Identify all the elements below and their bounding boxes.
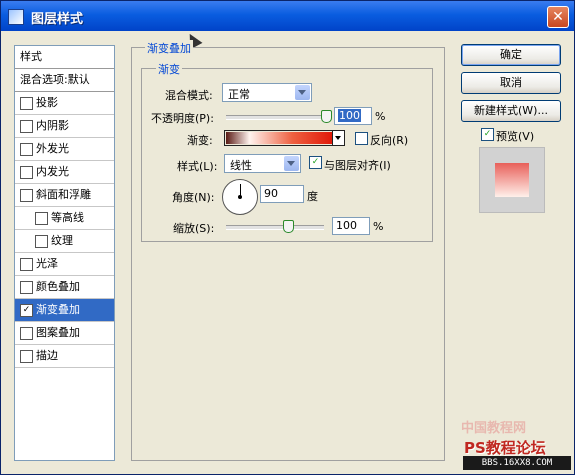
style-preview bbox=[479, 147, 545, 213]
style-list: 样式 混合选项:默认 投影 内阴影 外发光 内发光 斜面和浮雕 等高线 纹理 光… bbox=[14, 45, 115, 461]
style-item-satin[interactable]: 光泽 bbox=[15, 253, 114, 276]
watermark-url: BBS.16XX8.COM bbox=[463, 456, 571, 470]
scale-unit: % bbox=[373, 220, 384, 233]
blend-mode-value: 正常 bbox=[228, 88, 250, 101]
reverse-label[interactable]: 反向(R) bbox=[370, 132, 408, 148]
opacity-field[interactable]: 100 bbox=[334, 107, 372, 125]
style-item-bevel-emboss[interactable]: 斜面和浮雕 bbox=[15, 184, 114, 207]
ok-button[interactable]: 确定 bbox=[461, 44, 561, 66]
blend-options-item[interactable]: 混合选项:默认 bbox=[15, 69, 114, 92]
angle-value: 90 bbox=[264, 187, 278, 200]
checkbox-pattern-overlay[interactable] bbox=[20, 327, 33, 340]
style-item-drop-shadow[interactable]: 投影 bbox=[15, 92, 114, 115]
gradient-picker[interactable] bbox=[224, 130, 345, 146]
style-item-label: 内阴影 bbox=[36, 119, 69, 132]
style-item-stroke[interactable]: 描边 bbox=[15, 345, 114, 368]
style-item-label: 纹理 bbox=[51, 234, 73, 247]
style-item-inner-glow[interactable]: 内发光 bbox=[15, 161, 114, 184]
blend-mode-label: 混合模式: bbox=[165, 89, 213, 102]
checkbox-drop-shadow[interactable] bbox=[20, 97, 33, 110]
opacity-slider-thumb[interactable] bbox=[321, 110, 332, 123]
style-select[interactable]: 线性 bbox=[224, 154, 301, 173]
style-label: 样式(L): bbox=[177, 160, 218, 173]
scale-value: 100 bbox=[336, 219, 357, 232]
style-value: 线性 bbox=[230, 159, 252, 172]
checkbox-inner-glow[interactable] bbox=[20, 166, 33, 179]
watermark-logo: 中国教程网 bbox=[461, 421, 527, 436]
watermark-forum: PS教程论坛 bbox=[464, 439, 546, 457]
chevron-down-icon[interactable] bbox=[295, 85, 310, 100]
app-icon bbox=[8, 9, 24, 25]
window-title: 图层样式 bbox=[31, 12, 84, 27]
checkbox-bevel-emboss[interactable] bbox=[20, 189, 33, 202]
style-item-label: 斜面和浮雕 bbox=[36, 188, 91, 201]
opacity-unit: % bbox=[375, 110, 386, 123]
checkbox-color-overlay[interactable] bbox=[20, 281, 33, 294]
layer-style-dialog: 图层样式 ✕ 样式 混合选项:默认 投影 内阴影 外发光 内发光 斜面和浮雕 等 bbox=[0, 0, 575, 475]
scale-field[interactable]: 100 bbox=[332, 217, 370, 235]
checkbox-gradient-overlay[interactable]: ✓ bbox=[20, 304, 33, 317]
checkbox-outer-glow[interactable] bbox=[20, 143, 33, 156]
opacity-label: 不透明度(P): bbox=[151, 112, 214, 125]
checkbox-texture[interactable] bbox=[35, 235, 48, 248]
chevron-down-icon[interactable] bbox=[332, 131, 344, 145]
style-list-header[interactable]: 样式 bbox=[15, 46, 114, 69]
style-item-color-overlay[interactable]: 颜色叠加 bbox=[15, 276, 114, 299]
gradient-label: 渐变: bbox=[187, 134, 213, 147]
style-item-label: 渐变叠加 bbox=[36, 303, 80, 316]
cancel-button[interactable]: 取消 bbox=[461, 72, 561, 94]
angle-center-dot bbox=[238, 195, 242, 199]
angle-label: 角度(N): bbox=[172, 191, 215, 204]
scale-label: 缩放(S): bbox=[173, 222, 215, 235]
style-item-outer-glow[interactable]: 外发光 bbox=[15, 138, 114, 161]
style-item-label: 光泽 bbox=[36, 257, 58, 270]
group-title: 渐变叠加 bbox=[145, 40, 193, 56]
style-item-label: 外发光 bbox=[36, 142, 69, 155]
angle-unit: 度 bbox=[307, 190, 318, 203]
style-item-label: 描边 bbox=[36, 349, 58, 362]
angle-field[interactable]: 90 bbox=[260, 185, 304, 203]
style-item-label: 内发光 bbox=[36, 165, 69, 178]
angle-dial[interactable] bbox=[222, 179, 258, 215]
preview-checkbox[interactable]: ✓ bbox=[481, 128, 494, 141]
align-with-layer-checkbox[interactable]: ✓ bbox=[309, 156, 322, 169]
title-bar[interactable]: 图层样式 ✕ bbox=[1, 1, 574, 31]
close-button[interactable]: ✕ bbox=[547, 6, 569, 28]
gradient-swatch[interactable] bbox=[226, 132, 333, 144]
checkbox-satin[interactable] bbox=[20, 258, 33, 271]
preview-swatch bbox=[495, 163, 529, 197]
style-item-texture[interactable]: 纹理 bbox=[15, 230, 114, 253]
style-item-contour[interactable]: 等高线 bbox=[15, 207, 114, 230]
new-style-button[interactable]: 新建样式(W)... bbox=[461, 100, 561, 122]
scale-slider-thumb[interactable] bbox=[283, 220, 294, 233]
scale-slider[interactable] bbox=[226, 225, 324, 230]
reverse-checkbox[interactable] bbox=[355, 132, 368, 145]
align-with-layer-label[interactable]: 与图层对齐(I) bbox=[324, 157, 391, 173]
blend-mode-select[interactable]: 正常 bbox=[222, 83, 312, 102]
opacity-slider[interactable] bbox=[226, 115, 331, 120]
chevron-down-icon[interactable] bbox=[284, 156, 299, 171]
style-item-label: 等高线 bbox=[51, 211, 84, 224]
style-item-pattern-overlay[interactable]: 图案叠加 bbox=[15, 322, 114, 345]
checkbox-inner-shadow[interactable] bbox=[20, 120, 33, 133]
style-item-label: 图案叠加 bbox=[36, 326, 80, 339]
style-item-inner-shadow[interactable]: 内阴影 bbox=[15, 115, 114, 138]
preview-label[interactable]: 预览(V) bbox=[496, 128, 534, 144]
checkbox-stroke[interactable] bbox=[20, 350, 33, 363]
opacity-value: 100 bbox=[338, 109, 361, 122]
checkbox-contour[interactable] bbox=[35, 212, 48, 225]
style-item-gradient-overlay[interactable]: ✓ 渐变叠加 bbox=[15, 299, 114, 322]
subgroup-title: 渐变 bbox=[156, 61, 182, 77]
style-item-label: 颜色叠加 bbox=[36, 280, 80, 293]
style-item-label: 投影 bbox=[36, 96, 58, 109]
